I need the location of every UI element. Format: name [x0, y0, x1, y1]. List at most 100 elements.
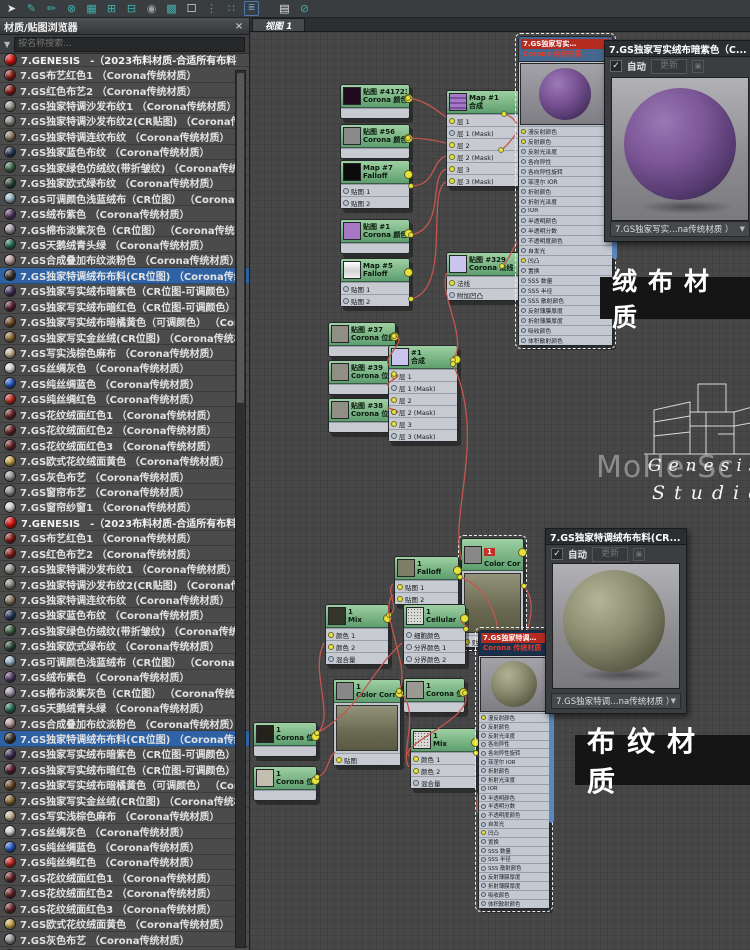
material-list-item[interactable]: 7.GS天鹅绒青头绿 （Corona传统材质）	[0, 700, 249, 716]
node-color-correction-2[interactable]: 1Color Correction 贴图	[333, 679, 404, 766]
input-socket[interactable]	[336, 756, 342, 763]
material-list-item[interactable]: 7.GS丝绸灰色 （Corona传统材质）	[0, 824, 249, 840]
material-list-item[interactable]: 7.GS花纹绒面红色3 （Corona传统材质）	[0, 438, 249, 454]
input-socket[interactable]	[481, 892, 486, 898]
input-socket[interactable]	[449, 279, 455, 286]
material-list-item[interactable]: 7.GS可调颜色浅蓝绒布（CR位图） （Corona传统…	[0, 191, 249, 207]
input-socket[interactable]	[391, 408, 397, 415]
material-list-item[interactable]: 7.GS纯丝绸红色 （Corona传统材质）	[0, 855, 249, 871]
input-socket[interactable]	[449, 117, 455, 124]
node-composite-1[interactable]: #1 合成层 1 层 1 (Mask) 层 2 层 2 (Mask) 层 3 层 3 (Ma…	[388, 345, 461, 442]
node-mat-velvet-purple[interactable]: 7.GS独家写实… Corona 传统材质 漫反射颜色 反射颜色 反射光泽度 各向异性 各向…	[515, 33, 617, 349]
input-socket[interactable]	[328, 655, 334, 662]
draw-strips-icon[interactable]: ✏	[44, 1, 59, 16]
material-list-item[interactable]: 7.GS欧式花纹绒面黄色 （Corona传统材质）	[0, 917, 249, 932]
input-socket[interactable]	[521, 307, 526, 313]
input-socket[interactable]	[481, 865, 486, 871]
output-socket[interactable]	[404, 170, 413, 179]
material-list-item[interactable]: 7.GS窗帘布艺 （Corona传统材质）	[0, 484, 249, 500]
material-list-item[interactable]: 7.GS独家特调绒布布料(CR位图) （Corona传统材…	[0, 268, 249, 284]
input-socket[interactable]	[481, 803, 486, 809]
input-socket[interactable]	[343, 187, 349, 194]
input-socket[interactable]	[449, 291, 455, 298]
material-list-item[interactable]: 7.GS独家欧式绿布纹 （Corona传统材质）	[0, 176, 249, 191]
input-socket[interactable]	[481, 777, 486, 783]
input-socket[interactable]	[406, 655, 412, 662]
input-socket[interactable]	[397, 595, 403, 602]
input-socket[interactable]	[481, 839, 486, 845]
input-socket[interactable]	[481, 901, 486, 907]
material-list-item[interactable]: 7.GS独家蓝色布纹 （Corona传统材质）	[0, 145, 249, 161]
node-bitmap-417232[interactable]: 贴图 #417232…Corona 颜色	[340, 84, 413, 119]
input-socket[interactable]	[481, 768, 486, 774]
node-mix-2[interactable]: 1 Mix 颜色 1 颜色 2 混合量	[410, 728, 480, 789]
dots-menu-icon[interactable]: ⋮	[204, 1, 219, 16]
zoom-region-icon[interactable]: ⊘	[297, 1, 312, 16]
output-socket[interactable]	[404, 134, 413, 143]
material-list-item[interactable]: 7.GS独家写实绒布暗橘黄色（可调颜色） （Corona传统材…	[0, 778, 249, 793]
input-socket[interactable]	[481, 724, 486, 730]
input-socket[interactable]	[521, 238, 526, 244]
material-list-item[interactable]: 7.GS花纹绒面红色3 （Corona传统材质）	[0, 901, 249, 917]
material-list-item[interactable]: 7.GS写实浅棕色麻布 （Corona传统材质）	[0, 808, 249, 824]
auto-checkbox[interactable]: ✓	[551, 548, 563, 560]
input-socket[interactable]	[481, 733, 486, 739]
material-list-item[interactable]: 7.GS独家写实绒布暗紫色（CR位图-可调颜色） （…	[0, 284, 249, 299]
material-list-item[interactable]: 7.GS灰色布艺 （Corona传统材质）	[0, 469, 249, 485]
grid-dots-icon[interactable]: ∷	[224, 1, 239, 16]
material-list-item[interactable]: 7.GS花纹绒面红色2 （Corona传统材质）	[0, 886, 249, 902]
material-list-item[interactable]: 7.GS独家特调沙发布纹1 （Corona传统材质）	[0, 98, 249, 114]
node-map7-falloff[interactable]: Map #7 Falloff 贴图 1 贴图 2	[340, 160, 413, 209]
input-socket[interactable]	[521, 178, 526, 184]
input-socket[interactable]	[449, 177, 455, 184]
input-socket[interactable]	[481, 715, 486, 721]
input-socket[interactable]	[406, 643, 412, 650]
output-socket[interactable]	[459, 688, 468, 697]
auto-checkbox[interactable]: ✓	[610, 60, 622, 72]
material-list-item[interactable]: 7.GS独家写实绒布暗红色（CR位图-可调颜色） （Corona…	[0, 762, 249, 778]
node-mat-fabric-olive[interactable]: 7.GS独家特调… Corona 传统材质 漫反射颜色 反射颜色 反射光泽度 各向异性 各向…	[475, 627, 554, 912]
input-socket[interactable]	[521, 297, 526, 303]
material-name-dropdown[interactable]: 7.GS独家特调…na传统材质 ） ▼	[551, 693, 681, 709]
material-list-item[interactable]: 7.GS花纹绒面红色1 （Corona传统材质）	[0, 870, 249, 886]
input-socket[interactable]	[413, 755, 419, 762]
material-list-item[interactable]: 7.GS合成叠加布纹淡粉色 （Corona传统材质）	[0, 253, 249, 269]
output-socket[interactable]	[311, 776, 320, 785]
material-list-item[interactable]: 7.GS棉布淡紫灰色（CR位图） （Corona传统材质）	[0, 222, 249, 238]
input-socket[interactable]	[481, 874, 486, 880]
input-socket[interactable]	[521, 208, 526, 214]
input-socket[interactable]	[406, 631, 412, 638]
node-bitmap-39[interactable]: 贴图 #39 Corona 位图	[328, 360, 399, 395]
input-socket[interactable]	[521, 327, 526, 333]
input-socket[interactable]	[391, 396, 397, 403]
material-list-item[interactable]: 7.GS窗帘纱窗1 （Corona传统材质）	[0, 500, 249, 516]
output-socket[interactable]	[383, 614, 392, 623]
input-socket[interactable]	[449, 153, 455, 160]
render-size-icon[interactable]: ▣	[692, 59, 705, 73]
node-corona-bitmap-a[interactable]: 1Corona 位图	[403, 678, 468, 713]
material-list-item[interactable]: 7.GS绒布紫色 （Corona传统材质）	[0, 206, 249, 222]
material-group-header[interactable]: 7.GENESIS -（2023布料材质-合适所有布料如沙发和窗帘…	[0, 515, 249, 531]
material-list-item[interactable]: 7.GS独家写实绒布暗红色（CR位图-可调颜色） （…	[0, 299, 249, 315]
input-socket[interactable]	[481, 795, 486, 801]
material-list-item[interactable]: 7.GS写实浅棕色麻布 （Corona传统材质）	[0, 345, 249, 361]
input-socket[interactable]	[481, 848, 486, 854]
input-socket[interactable]	[391, 420, 397, 427]
input-socket[interactable]	[521, 148, 526, 154]
material-list-item[interactable]: 7.GS纯丝绸红色 （Corona传统材质）	[0, 392, 249, 408]
output-socket[interactable]	[452, 355, 461, 364]
input-socket[interactable]	[343, 285, 349, 292]
output-socket[interactable]	[390, 332, 399, 341]
material-list-item[interactable]: 7.GS独家特调连纹布纹 （Corona传统材质）	[0, 129, 249, 145]
input-socket[interactable]	[521, 138, 526, 144]
close-icon[interactable]: ×	[681, 532, 687, 542]
input-socket[interactable]	[521, 317, 526, 323]
material-list-item[interactable]: 7.GS欧式花纹绒面黄色 （Corona传统材质）	[0, 453, 249, 469]
material-list-item[interactable]: 7.GS独家写实绒布暗橘黄色（可调颜色） （Coro…	[0, 314, 249, 330]
input-socket[interactable]	[481, 883, 486, 889]
input-socket[interactable]	[391, 432, 397, 439]
material-list-item[interactable]: 7.GS天鹅绒青头绿 （Corona传统材质）	[0, 237, 249, 253]
input-socket[interactable]	[481, 830, 486, 836]
input-socket[interactable]	[413, 767, 419, 774]
node-corona-bitmap-c[interactable]: 1Corona 位图	[253, 766, 320, 801]
